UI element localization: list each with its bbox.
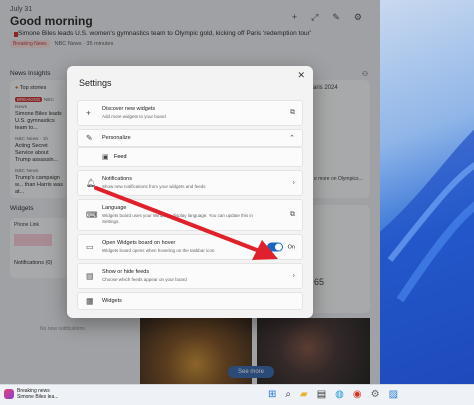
setting-discover-widgets[interactable]: + Discover new widgets Add more widgets …: [77, 100, 303, 126]
photos-icon[interactable]: ▨: [389, 389, 398, 401]
taskbar-news-widget[interactable]: Breaking news Simone Biles lea...: [4, 388, 58, 400]
setting-desc: Show new notifications from your widgets…: [102, 184, 206, 189]
open-link-icon: ⧉: [290, 109, 295, 116]
pen-icon: ✎: [86, 133, 93, 143]
toggle-state-label: On: [287, 244, 295, 250]
setting-notifications[interactable]: 🔔︎ Notifications Show new notifications …: [77, 170, 303, 196]
setting-language[interactable]: ⌨ Language Widgets board uses your Windo…: [77, 199, 303, 231]
chevron-up-icon: ⌃: [289, 135, 295, 142]
open-link-icon: ⧉: [290, 211, 295, 218]
search-icon[interactable]: ⌕: [285, 389, 291, 401]
setting-title: Show or hide feeds: [102, 269, 150, 275]
taskbar-apps: ⊞ ⌕ ▰ ▤ ◍ ◉ ⚙ ▨: [268, 389, 398, 401]
bell-icon: 🔔︎: [86, 178, 97, 188]
setting-desc: Add more widgets to your board: [102, 114, 166, 119]
setting-widgets[interactable]: ▦ Widgets: [77, 292, 303, 310]
taskbar: Breaking news Simone Biles lea... ⊞ ⌕ ▰ …: [0, 384, 474, 405]
setting-title: Language: [102, 205, 127, 211]
setting-desc: Choose which feeds appear on your board: [102, 277, 187, 282]
setting-title: Widgets: [102, 298, 122, 304]
setting-personalize[interactable]: ✎ Personalize ⌃: [77, 129, 303, 147]
settings-list: + Discover new widgets Add more widgets …: [77, 100, 303, 313]
setting-show-hide-feeds[interactable]: ▤ Show or hide feeds Choose which feeds …: [77, 263, 303, 289]
plus-icon: +: [86, 108, 91, 118]
setting-desc: Widgets board opens when hovering on the…: [102, 248, 215, 253]
hover-icon: ▭: [86, 242, 94, 252]
feeds-icon: ▤: [86, 271, 94, 281]
widgets-icon: ▦: [86, 296, 94, 306]
setting-title: Feed: [114, 154, 127, 160]
desktop-wallpaper: [380, 0, 474, 384]
setting-title: Notifications: [102, 176, 132, 182]
start-icon[interactable]: ⊞: [268, 389, 276, 401]
settings-dialog: Settings ✕ + Discover new widgets Add mo…: [67, 66, 313, 318]
widgets-icon: [4, 389, 14, 399]
settings-app-icon[interactable]: ⚙: [371, 389, 380, 401]
file-explorer-icon[interactable]: ▰: [300, 389, 308, 401]
store-icon[interactable]: ▤: [317, 389, 326, 401]
chevron-right-icon: ›: [292, 179, 295, 187]
setting-feed[interactable]: ▣ Feed: [77, 147, 303, 167]
hover-toggle[interactable]: [266, 242, 283, 252]
taskbar-news-sub: Simone Biles lea...: [17, 394, 59, 400]
close-icon[interactable]: ✕: [297, 70, 305, 81]
chrome-icon[interactable]: ◉: [353, 389, 362, 401]
setting-title: Personalize: [102, 135, 131, 141]
setting-open-on-hover[interactable]: ▭ Open Widgets board on hover Widgets bo…: [77, 234, 303, 260]
feed-icon: ▣: [102, 154, 109, 161]
language-icon: ⌨: [86, 210, 98, 220]
setting-title: Discover new widgets: [102, 106, 156, 112]
edge-icon[interactable]: ◍: [335, 389, 344, 401]
chevron-right-icon: ›: [292, 272, 295, 280]
hover-toggle-group: On: [266, 242, 295, 252]
setting-desc: Widgets board uses your Windows display …: [102, 213, 253, 224]
settings-title: Settings: [79, 78, 112, 88]
